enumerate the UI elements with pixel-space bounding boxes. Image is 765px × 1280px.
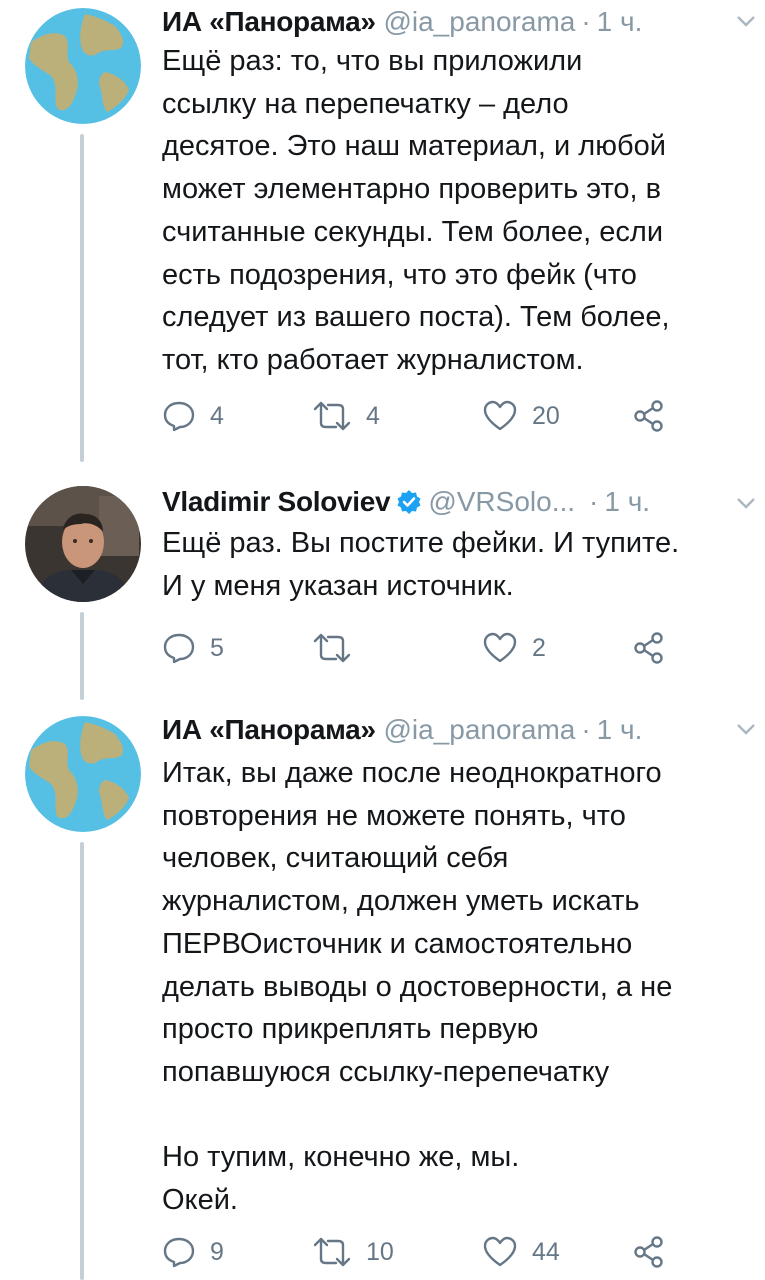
avatar[interactable] <box>25 8 141 124</box>
separator-dot: · <box>589 486 599 517</box>
reply-count: 5 <box>210 633 224 662</box>
retweet-icon <box>313 1237 351 1267</box>
timestamp[interactable]: 1 ч. <box>597 714 643 745</box>
reply-button[interactable]: 4 <box>162 394 224 438</box>
retweet-icon <box>313 401 351 431</box>
tweet-text: Ещё раз. Вы постите фейки. И тупите. И у… <box>162 527 680 602</box>
thread-line <box>80 612 84 700</box>
retweet-icon <box>313 633 351 663</box>
heart-icon <box>483 1236 517 1267</box>
author-handle[interactable]: @VRSolo... <box>428 486 575 517</box>
tweet-text: Итак, вы даже после неоднократного повто… <box>162 757 673 1217</box>
separator-dot: · <box>581 6 591 37</box>
share-icon <box>634 632 663 664</box>
tweet-header: ИА «Панорама» @ia_panorama · 1 ч. <box>162 0 745 44</box>
separator-dot: · <box>581 714 591 745</box>
avatar[interactable] <box>25 716 141 832</box>
author-name[interactable]: ИА «Панорама» <box>162 6 376 37</box>
like-count: 44 <box>532 1237 560 1266</box>
share-button[interactable] <box>632 1230 666 1274</box>
tweet[interactable]: ИА «Панорама» @ia_panorama · 1 ч. Итак, вы… <box>0 708 765 1280</box>
timestamp[interactable]: 1 ч. <box>597 6 643 37</box>
tweet-actions: 9 10 44 <box>162 1230 722 1274</box>
globe-icon <box>25 716 141 832</box>
globe-icon <box>25 8 141 124</box>
chevron-down-icon[interactable] <box>735 492 757 514</box>
share-icon <box>634 400 663 432</box>
author-name[interactable]: ИА «Панорама» <box>162 714 376 745</box>
chevron-down-icon[interactable] <box>735 718 757 740</box>
reply-count: 4 <box>210 401 224 430</box>
tweet-actions: 5 2 <box>162 626 722 670</box>
user-photo-icon <box>25 486 141 602</box>
like-button[interactable]: 2 <box>482 626 546 670</box>
tweet-header: ИА «Панорама» @ia_panorama · 1 ч. <box>162 708 745 752</box>
avatar[interactable] <box>25 486 141 602</box>
thread-line <box>80 134 84 462</box>
retweet-count: 10 <box>366 1237 394 1266</box>
retweet-button[interactable]: 10 <box>312 1230 394 1274</box>
reply-icon <box>163 633 195 664</box>
reply-count: 9 <box>210 1237 224 1266</box>
like-count: 2 <box>532 633 546 662</box>
author-handle[interactable]: @ia_panorama <box>383 6 575 37</box>
reply-icon <box>163 401 195 432</box>
reply-button[interactable]: 9 <box>162 1230 224 1274</box>
like-button[interactable]: 44 <box>482 1230 560 1274</box>
reply-button[interactable]: 5 <box>162 626 224 670</box>
tweet[interactable]: Vladimir Soloviev @VRSolo... · 1 ч. Ещё ра… <box>0 478 765 700</box>
heart-icon <box>483 632 517 663</box>
share-button[interactable] <box>632 626 666 670</box>
tweet-text: Ещё раз: то, что вы приложили ссылку на … <box>162 45 670 376</box>
chevron-down-icon[interactable] <box>735 10 757 32</box>
thread-line <box>80 842 84 1280</box>
share-icon <box>634 1236 663 1268</box>
author-handle[interactable]: @ia_panorama <box>383 714 575 745</box>
tweet[interactable]: ИА «Панорама» @ia_panorama · 1 ч. Ещё раз:… <box>0 0 765 462</box>
author-name[interactable]: Vladimir Soloviev <box>162 486 391 517</box>
heart-icon <box>483 400 517 431</box>
retweet-button[interactable]: 4 <box>312 394 380 438</box>
tweet-actions: 4 4 20 <box>162 394 722 438</box>
like-count: 20 <box>532 401 560 430</box>
retweet-count: 4 <box>366 401 380 430</box>
timestamp[interactable]: 1 ч. <box>604 486 650 517</box>
tweet-header: Vladimir Soloviev @VRSolo... · 1 ч. <box>162 480 745 524</box>
like-button[interactable]: 20 <box>482 394 560 438</box>
verified-badge-icon <box>397 490 421 514</box>
retweet-button[interactable] <box>312 626 366 670</box>
reply-icon <box>163 1237 195 1268</box>
share-button[interactable] <box>632 394 666 438</box>
